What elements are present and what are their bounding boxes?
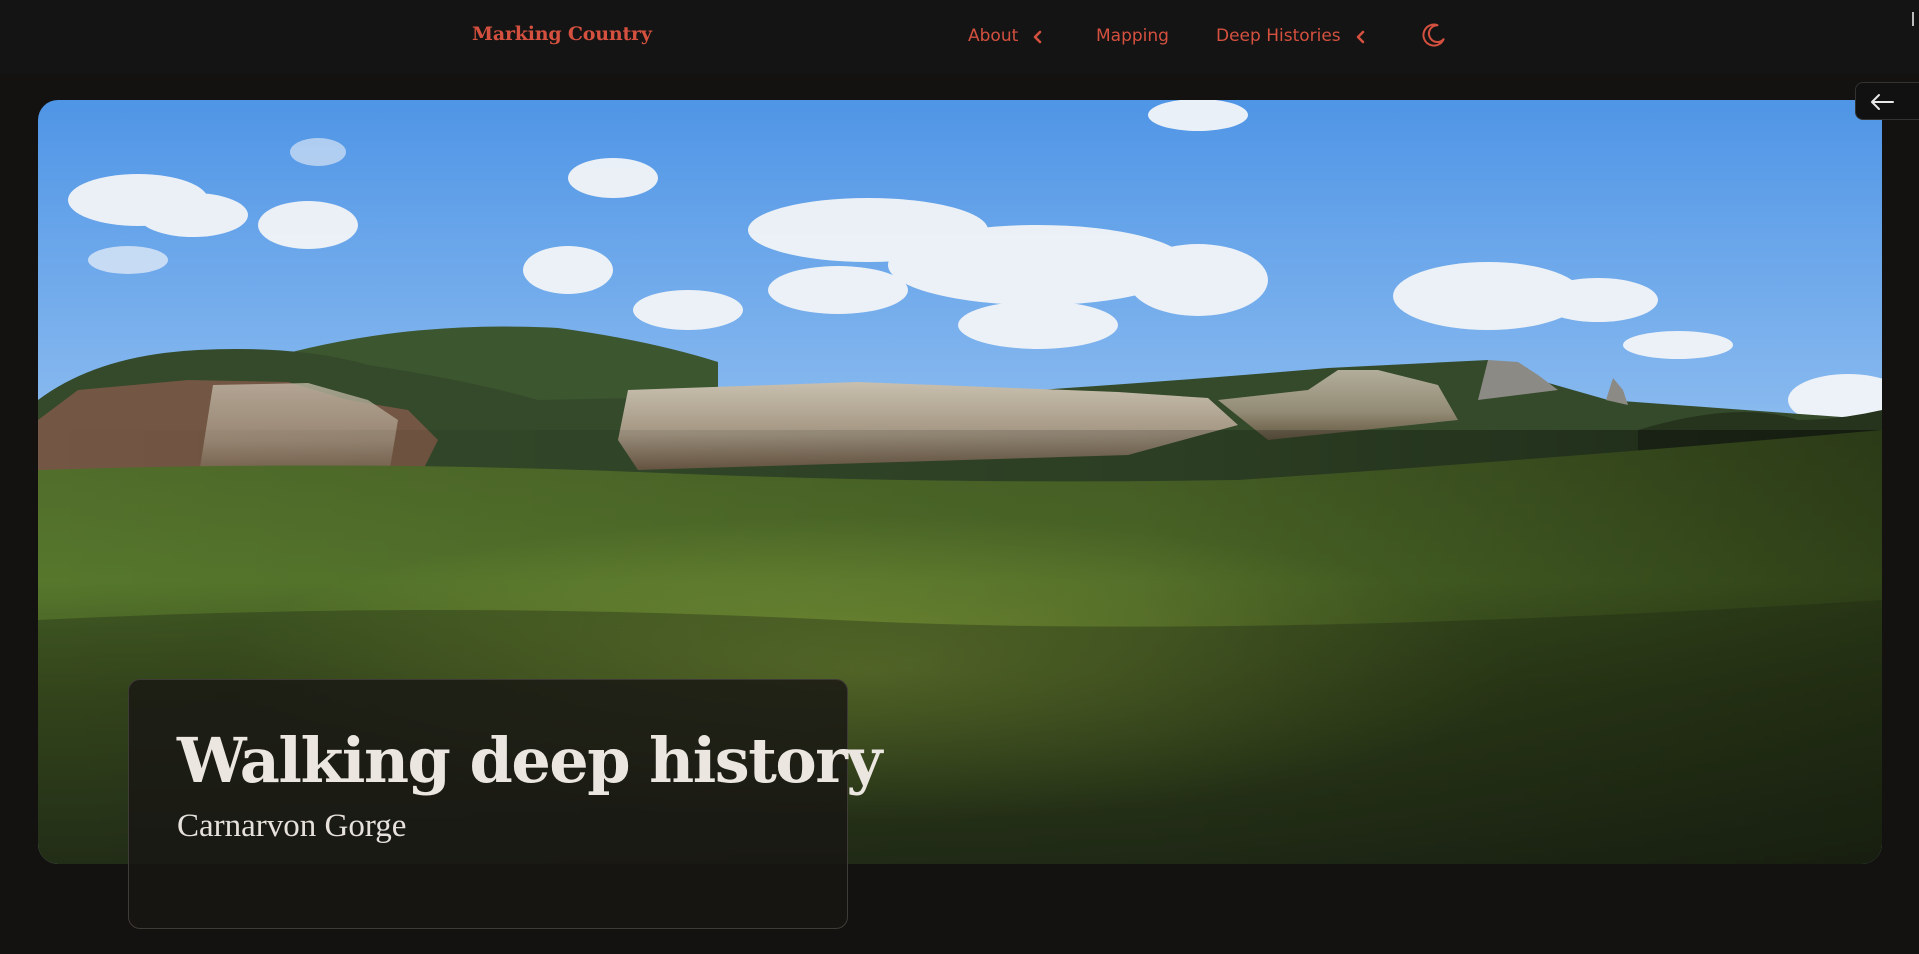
nav-item-label: Mapping	[1096, 26, 1169, 46]
theme-toggle-button[interactable]	[1418, 20, 1448, 50]
site-brand-link[interactable]: Marking Country	[472, 23, 652, 45]
back-button[interactable]	[1855, 82, 1919, 120]
nav-item-label: Deep Histories	[1216, 26, 1341, 46]
nav-item-label: About	[968, 26, 1019, 46]
nav-item-deep-histories[interactable]: Deep Histories	[1216, 26, 1367, 46]
arrow-left-icon	[1871, 94, 1894, 110]
top-navigation-bar: Marking Country About Mapping Deep Histo…	[0, 0, 1919, 74]
scroll-indicator	[1912, 12, 1914, 26]
page-subtitle: Carnarvon Gorge	[177, 808, 407, 844]
chevron-left-icon	[1355, 29, 1367, 44]
nav-item-mapping[interactable]: Mapping	[1096, 26, 1169, 46]
page-title: Walking deep history	[177, 724, 882, 797]
nav-item-about[interactable]: About	[968, 26, 1044, 46]
moon-icon	[1422, 23, 1445, 47]
hero-caption-card: Walking deep history Carnarvon Gorge	[128, 679, 882, 929]
chevron-left-icon	[1032, 29, 1044, 44]
